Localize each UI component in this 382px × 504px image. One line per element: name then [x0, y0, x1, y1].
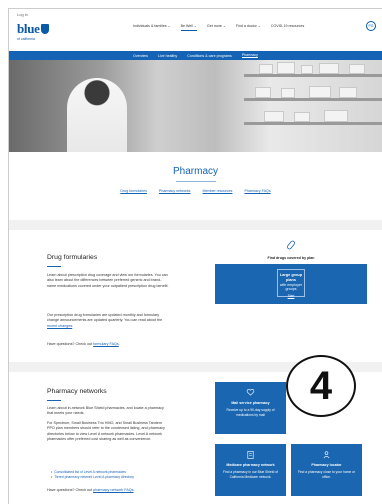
section-divider — [47, 266, 61, 267]
tiered-directory-link[interactable]: Tiered pharmacy network Level A pharmacy… — [51, 475, 134, 480]
pharmacy-locator-card[interactable]: Pharmacy locator Find a pharmacy close t… — [291, 444, 362, 496]
text-fragment: . — [118, 342, 120, 346]
mail-service-card[interactable]: Mail service pharmacy Receive up to a 90… — [215, 382, 286, 434]
text-fragment: . — [72, 323, 74, 328]
medicine-box — [264, 111, 284, 122]
networks-details: For Spectrum, Small Business Trio HMO, a… — [47, 421, 165, 442]
card-description: Find a pharmacy in our Blue Shield of Ca… — [223, 470, 278, 479]
page-frame: Log in blue of california Individuals & … — [8, 8, 382, 504]
sub-nav-live-healthy[interactable]: Live healthy — [158, 54, 177, 58]
medicare-network-card[interactable]: Medicare pharmacy network Find a pharmac… — [215, 444, 286, 496]
card-description: Receive up to a 90-day supply of medicat… — [226, 408, 275, 417]
medicine-box — [339, 87, 357, 98]
medicine-box — [309, 86, 331, 98]
link-pharmacy-faqs[interactable]: Pharmacy FAQs — [244, 189, 270, 193]
profile-avatar[interactable]: PG — [366, 21, 376, 31]
medicine-box — [301, 65, 313, 74]
medicine-box — [281, 88, 295, 98]
section-divider — [47, 400, 61, 401]
page-heading-block: Pharmacy Drug formularies Pharmacy netwo… — [9, 152, 382, 220]
medicine-box — [294, 112, 310, 122]
large-group-plans-button[interactable]: Large group plans with employer groups S… — [277, 269, 305, 299]
plan-title: Large group plans — [279, 273, 303, 282]
network-links-list: Consolidated list of Level A network pha… — [51, 470, 134, 481]
networks-faq-line: Have questions? Check out pharmacy netwo… — [47, 488, 169, 493]
person-pin-icon — [323, 451, 330, 459]
card-title: Mail service pharmacy — [231, 401, 270, 405]
formularies-faq-line: Have questions? Check out formulary FAQs… — [47, 342, 169, 347]
site-header: blue of california Individuals & familie… — [9, 19, 382, 49]
top-nav-individuals[interactable]: Individuals & families ⌄ — [133, 24, 171, 31]
section-title: Drug formularies — [47, 254, 98, 261]
sub-nav-overview[interactable]: Overview — [133, 54, 148, 58]
sub-nav: Overview Live healthy Conditions & care … — [9, 51, 382, 60]
formularies-update-note: Our prescription drug formularies are up… — [47, 313, 169, 329]
hero-image — [9, 60, 382, 152]
large-group-plans-card: Large group plans with employer groups S… — [215, 264, 367, 304]
text-fragment: Have questions? Check out — [47, 342, 94, 346]
page-title: Pharmacy — [172, 166, 218, 177]
link-pharmacy-networks[interactable]: Pharmacy networks — [159, 189, 191, 193]
brand-subtitle: of california — [17, 37, 35, 41]
pharmacy-network-faqs-link[interactable]: pharmacy network FAQs — [93, 488, 133, 492]
utility-bar: Log in — [9, 9, 382, 19]
link-drug-formularies[interactable]: Drug formularies — [120, 189, 147, 193]
sub-nav-conditions[interactable]: Conditions & care programs — [187, 54, 232, 58]
section-title: Pharmacy networks — [47, 388, 107, 395]
medicine-box — [324, 110, 348, 122]
text-fragment: Have questions? Check out — [47, 488, 94, 492]
medicine-box — [349, 64, 365, 74]
title-divider — [175, 181, 216, 182]
formulary-faqs-link[interactable]: formulary FAQs — [93, 342, 119, 346]
plan-subtitle: with employer groups — [279, 282, 303, 292]
link-member-resources[interactable]: Member resources — [202, 189, 232, 193]
brand-logo[interactable]: blue — [17, 21, 49, 37]
top-nav-covid[interactable]: COVID-19 resources — [271, 24, 304, 31]
top-nav: Individuals & families ⌄ Be Well ⌄ Get m… — [133, 24, 314, 31]
annotation-number-badge: 4 — [286, 355, 356, 417]
top-nav-get-more[interactable]: Get more ⌄ — [207, 24, 226, 31]
top-nav-find-doctor[interactable]: Find a doctor ⌄ — [236, 24, 261, 31]
anchor-links: Drug formularies Pharmacy networks Membe… — [9, 189, 382, 193]
heart-hands-icon — [246, 389, 255, 396]
card-title: Medicare pharmacy network — [226, 463, 275, 467]
medicine-box — [255, 87, 271, 98]
clipboard-icon — [247, 451, 254, 459]
medicine-box — [259, 64, 273, 74]
brand-name: blue — [17, 21, 40, 36]
shelf — [244, 74, 382, 77]
plan-start-link[interactable]: Start — [278, 294, 304, 299]
card-title: Pharmacy locator — [311, 463, 342, 467]
login-link[interactable]: Log in — [17, 12, 28, 17]
recent-changes-link[interactable]: recent changes — [47, 324, 72, 328]
networks-intro: Learn about in-network Blue Shield pharm… — [47, 406, 164, 416]
top-nav-be-well[interactable]: Be Well ⌄ — [180, 24, 197, 31]
sub-nav-pharmacy[interactable]: Pharmacy — [241, 53, 258, 58]
medicine-box — [319, 63, 339, 74]
shelf — [244, 122, 382, 125]
drug-formularies-section: Drug formularies Learn about prescriptio… — [9, 230, 382, 362]
medicine-box — [277, 62, 295, 74]
shield-icon — [40, 24, 49, 34]
find-drugs-caption: Find drugs covered by plan — [267, 256, 315, 260]
pharmacist-figure — [67, 78, 127, 152]
section-gap — [9, 220, 382, 230]
text-fragment: Our prescription drug formularies are up… — [47, 313, 163, 323]
card-description: Find a pharmacy close to your home or of… — [297, 470, 356, 479]
formularies-intro: Learn about prescription drug coverage a… — [47, 273, 169, 288]
shelf — [244, 98, 382, 101]
pill-tag-icon — [286, 240, 296, 250]
text-fragment: . — [133, 488, 135, 492]
